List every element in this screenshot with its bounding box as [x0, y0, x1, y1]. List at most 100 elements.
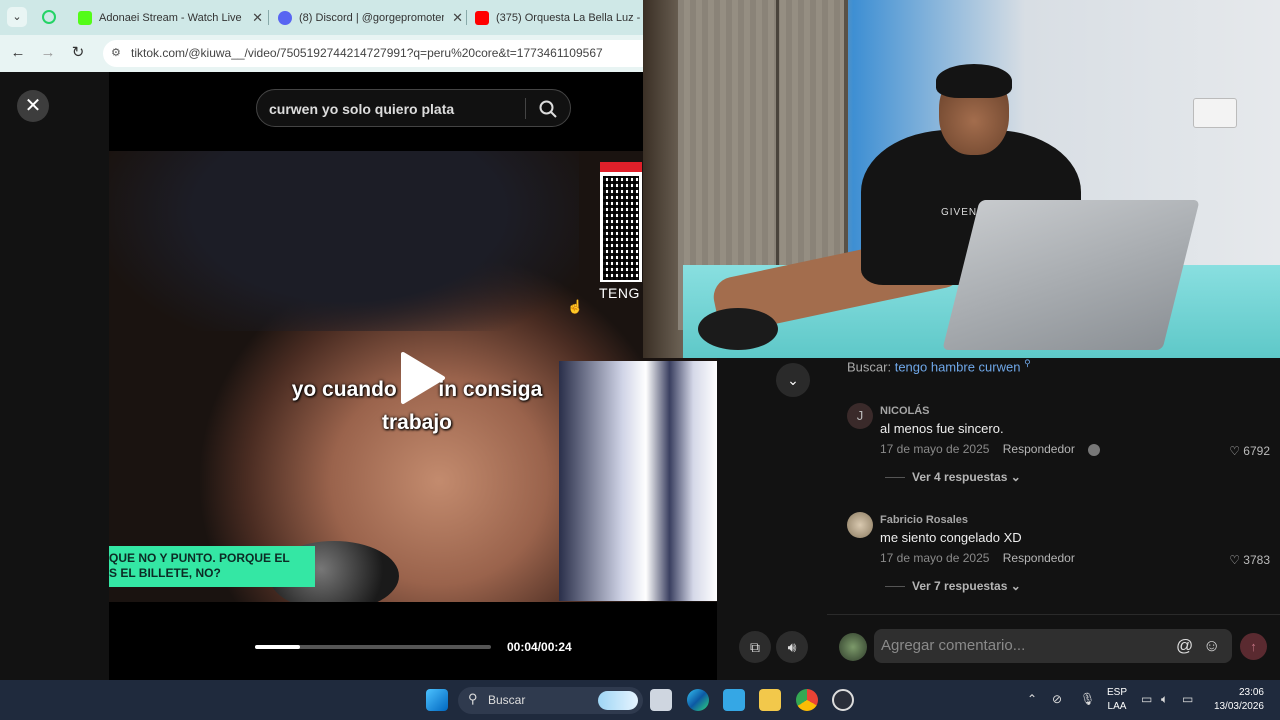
comment-date: 17 de mayo de 2025	[880, 442, 990, 456]
user-avatar[interactable]	[839, 633, 867, 661]
video-frame-hair	[109, 151, 579, 331]
view-replies-button[interactable]: Ver 7 respuestas ⌄	[885, 579, 1021, 593]
speaker-icon[interactable]: 🔈︎	[1161, 692, 1168, 707]
whatsapp-icon[interactable]	[42, 10, 56, 24]
back-arrow-icon[interactable]: ←	[8, 43, 28, 63]
search-icon: ⚲	[468, 691, 478, 706]
screen: ⌄ Adonaei Stream - Watch Live o ✕ (8) Di…	[0, 0, 1280, 720]
heart-icon[interactable]: ♡	[1229, 444, 1240, 458]
tab-youtube[interactable]: (375) Orquesta La Bella Luz - M	[475, 4, 643, 31]
comment-text: me siento congelado XD	[880, 530, 1022, 545]
chevron-down-icon: ⌄	[1010, 579, 1021, 593]
heart-icon[interactable]: ♡	[1229, 553, 1240, 567]
comment-meta: 17 de mayo de 2025 Respondedor	[880, 442, 1101, 456]
task-view-icon[interactable]	[650, 689, 672, 711]
search-small-icon: ⚲	[1024, 358, 1031, 368]
close-tab-icon[interactable]: ✕	[252, 10, 263, 26]
related-search-label: Buscar:	[847, 359, 892, 375]
comment-username[interactable]: NICOLÁS	[880, 405, 930, 417]
comment-likes[interactable]: ♡ 6792	[1229, 444, 1270, 458]
url-text: tiktok.com/@kiuwa__/video/75051927442147…	[131, 46, 603, 60]
taskbar-clock[interactable]: 23:06 13/03/2026	[1212, 686, 1264, 714]
search-divider	[525, 98, 526, 119]
kick-favicon-icon	[78, 10, 92, 25]
store-icon[interactable]	[723, 689, 745, 711]
comment-input[interactable]: Agregar comentario... @ ☺	[874, 629, 1232, 663]
tiktok-search-bar[interactable]: curwen yo solo quiero plata	[256, 89, 571, 127]
taskbar-search-label: Buscar	[488, 693, 526, 707]
scroll-down-chevron-icon[interactable]: ⌄	[776, 363, 810, 397]
display-icon[interactable]: ▭	[1141, 692, 1152, 706]
close-video-button[interactable]: ✕	[17, 90, 49, 122]
caption-part-1: yo cuando	[291, 378, 397, 401]
subtitle-text: QUE NO Y PUNTO. PORQUE EL S EL BILLETE, …	[109, 551, 290, 580]
qr-code	[600, 162, 642, 282]
language-line-2: LAA	[1107, 701, 1127, 712]
tab-search-button[interactable]: ⌄	[7, 7, 27, 27]
webcam-laptop	[942, 200, 1200, 350]
reply-button[interactable]: Respondedor	[1003, 551, 1075, 565]
picture-in-picture-icon[interactable]: ⧉	[739, 631, 771, 663]
webcam-person-hair	[936, 64, 1012, 98]
address-bar[interactable]: ⚙ tiktok.com/@kiuwa__/video/750519274421…	[103, 40, 643, 67]
clock-time: 23:06	[1238, 687, 1264, 698]
caption-part-2: in consiga	[438, 378, 543, 401]
language-indicator[interactable]: ESP LAA	[1107, 686, 1127, 714]
browser-tab-strip: ⌄ Adonaei Stream - Watch Live o ✕ (8) Di…	[0, 0, 643, 35]
composer-divider	[827, 614, 1280, 615]
related-search[interactable]: Buscar: tengo hambre curwen ⚲	[847, 358, 1031, 374]
youtube-favicon-icon	[475, 10, 489, 25]
tab-adonaei[interactable]: Adonaei Stream - Watch Live o ✕	[78, 4, 263, 31]
battery-icon[interactable]: ▭	[1182, 692, 1193, 706]
volume-icon[interactable]: 🔊︎	[776, 631, 808, 663]
comment-likes[interactable]: ♡ 3783	[1229, 553, 1270, 567]
avatar[interactable]: J	[847, 403, 873, 429]
file-explorer-icon[interactable]	[759, 689, 781, 711]
close-tab-icon[interactable]: ✕	[452, 10, 463, 26]
avatar[interactable]	[847, 512, 873, 538]
reply-button[interactable]: Respondedor	[1003, 442, 1075, 456]
comment-username[interactable]: Fabricio Rosales	[880, 514, 968, 526]
tray-chevron-up-icon[interactable]: ⌃	[1027, 692, 1037, 706]
chevron-down-icon: ⌄	[1010, 470, 1021, 484]
microphone-icon[interactable]: 🎙︎	[1080, 692, 1095, 706]
taskbar-search[interactable]: ⚲ Buscar	[458, 687, 643, 714]
send-arrow-icon[interactable]: ↑	[1240, 633, 1267, 660]
webcam-sock	[698, 308, 778, 350]
comment-placeholder: Agregar comentario...	[881, 637, 1026, 654]
chrome-icon[interactable]	[796, 689, 818, 711]
tab-title: Adonaei Stream - Watch Live o	[99, 11, 245, 24]
video-progress-bar[interactable]	[255, 645, 491, 649]
network-off-icon[interactable]: ⊘	[1052, 692, 1062, 706]
forward-arrow-icon[interactable]: →	[38, 43, 58, 63]
edge-icon[interactable]	[687, 689, 709, 711]
video-player[interactable]: TENG yo cuando in consiga trabajo QUE NO…	[109, 151, 717, 602]
language-line-1: ESP	[1107, 687, 1128, 698]
video-progress-fill	[255, 645, 300, 649]
tab-separator	[466, 10, 467, 25]
view-replies-button[interactable]: Ver 4 respuestas ⌄	[885, 470, 1021, 484]
clock-date: 13/03/2026	[1213, 701, 1264, 712]
video-timecode: 00:04/00:24	[507, 640, 572, 654]
tab-discord[interactable]: (8) Discord | @gorgepromoter ✕	[278, 4, 463, 31]
like-count: 6792	[1243, 444, 1270, 458]
windows-start-icon[interactable]	[426, 689, 448, 711]
view-replies-label: Ver 4 respuestas	[912, 470, 1008, 484]
play-icon[interactable]	[397, 351, 447, 405]
search-input[interactable]: curwen yo solo quiero plata	[269, 101, 454, 117]
tab-title: (8) Discord | @gorgepromoter	[299, 11, 445, 24]
swan-widget-icon	[598, 691, 638, 710]
obs-icon[interactable]	[832, 689, 854, 711]
like-count: 3783	[1243, 553, 1270, 567]
reload-icon[interactable]: ↻	[68, 43, 88, 63]
webcam-wall-outlet	[1193, 98, 1237, 128]
tab-separator	[268, 10, 269, 25]
comment-meta: 17 de mayo de 2025 Respondedor	[880, 551, 1075, 565]
search-icon[interactable]	[538, 99, 558, 119]
emoji-icon[interactable]: ☺	[1203, 636, 1220, 656]
tiktok-left-gutter	[0, 72, 109, 680]
discord-favicon-icon	[278, 10, 292, 25]
related-search-query[interactable]: tengo hambre curwen	[895, 359, 1021, 374]
mention-icon[interactable]: @	[1176, 636, 1193, 656]
site-info-icon[interactable]: ⚙	[111, 46, 125, 60]
